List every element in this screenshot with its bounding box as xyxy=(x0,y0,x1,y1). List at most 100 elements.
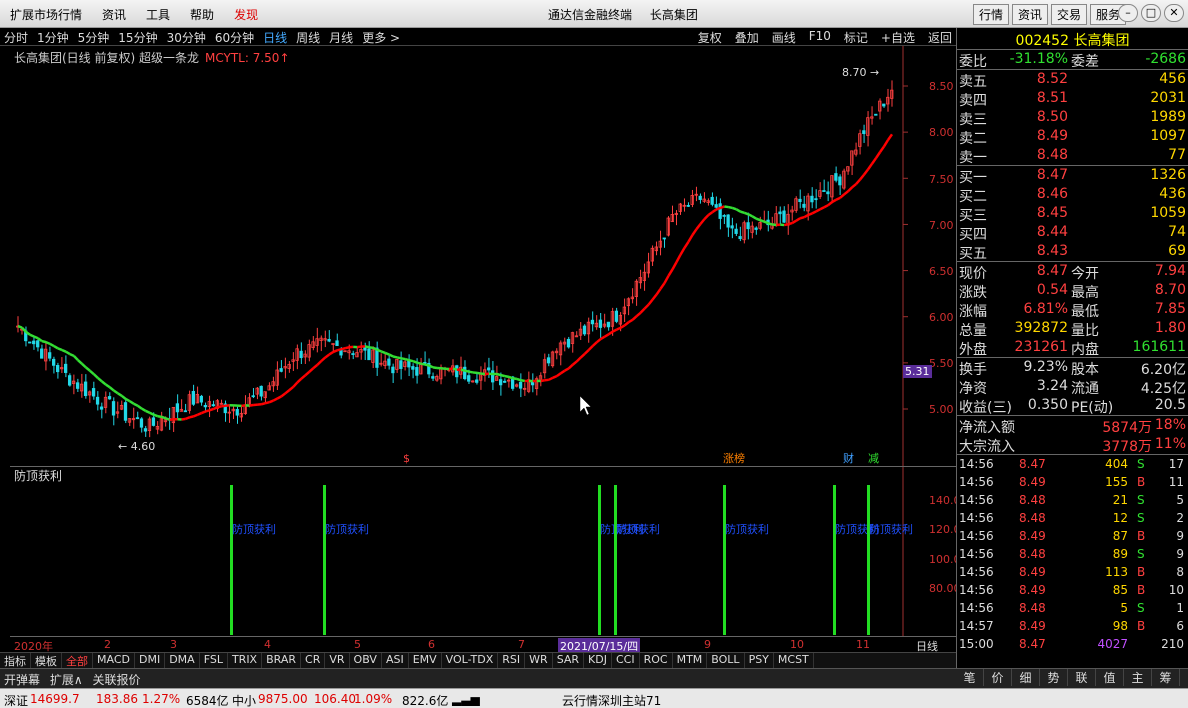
kline-chart[interactable]: 8.70 → ← 4.60 $ 涨榜 财 减 xyxy=(10,46,956,466)
tick-list[interactable]: 14:56 8.47 404 S 17 14:56 8.49 155 B 11 14:56 8.48 2… xyxy=(957,454,1188,653)
close-icon[interactable]: ✕ xyxy=(1164,4,1184,22)
info-button[interactable]: 资讯 xyxy=(1011,4,1048,25)
period-tab[interactable]: 1分钟 xyxy=(37,29,69,46)
quote-panel-tab[interactable]: 势 xyxy=(1040,669,1068,686)
ma-line-segment xyxy=(799,215,805,220)
ma-line-segment xyxy=(500,373,506,378)
adjust-button[interactable]: 复权 xyxy=(698,29,722,46)
trade-button[interactable]: 交易 xyxy=(1050,4,1087,25)
quote-panel-tab[interactable]: 筹 xyxy=(1152,669,1180,686)
menu-tools[interactable]: 工具 xyxy=(136,6,180,23)
tick-time: 14:56 xyxy=(959,511,994,525)
period-tab[interactable]: 15分钟 xyxy=(118,29,157,46)
date-axis: 2020年 2 3 4 5 6 7 2021/07/15/四 9 10 11 日… xyxy=(10,636,956,654)
quote-panel-tab[interactable]: 细 xyxy=(1012,669,1040,686)
book-price: 8.46 xyxy=(1036,186,1068,202)
index2-amount: 822.6亿 xyxy=(402,694,449,708)
ma-line-segment xyxy=(587,345,594,351)
ma-line-segment xyxy=(97,376,103,383)
related-quote-button[interactable]: 关联报价 xyxy=(92,673,140,687)
overlay-button[interactable]: 叠加 xyxy=(735,29,759,46)
indicator-tab[interactable]: DMI xyxy=(135,653,166,668)
quote-panel-tab[interactable]: 价 xyxy=(984,669,1012,686)
tick-count: 11 xyxy=(1168,475,1184,489)
index2-pct: 1.09% xyxy=(354,692,393,706)
book-volume: 436 xyxy=(1159,186,1186,202)
quote-panel-tab[interactable]: 笔 xyxy=(956,669,984,686)
indicator-tab[interactable]: DMA xyxy=(165,653,200,668)
indicator-tab[interactable]: BRAR xyxy=(262,653,302,668)
indicator-tab[interactable]: WR xyxy=(525,653,553,668)
ma-line-segment xyxy=(420,362,426,366)
indicator-tab[interactable]: VR xyxy=(325,653,350,668)
ma-line-segment xyxy=(859,173,866,181)
indicator-tab[interactable]: MACD xyxy=(93,653,135,668)
book-volume: 456 xyxy=(1159,71,1186,87)
ma-line-segment xyxy=(627,318,634,324)
draw-button[interactable]: 画线 xyxy=(772,29,796,46)
ma-line-segment xyxy=(719,205,725,210)
minimize-icon[interactable]: – xyxy=(1118,4,1138,22)
indicator-tab[interactable]: SAR xyxy=(553,653,585,668)
period-tab[interactable]: 周线 xyxy=(296,29,320,46)
book-label: 卖三 xyxy=(959,112,987,128)
indicator-tab[interactable]: KDJ xyxy=(584,653,612,668)
quote-panel-tab[interactable]: 主 xyxy=(1124,669,1152,686)
indicator-tab[interactable]: VOL-TDX xyxy=(442,653,499,668)
indicator-tab[interactable]: MTM xyxy=(673,653,708,668)
indicator-tab[interactable]: FSL xyxy=(200,653,228,668)
period-tab[interactable]: 分时 xyxy=(4,29,28,46)
title-bar: 扩展市场行情 资讯 工具 帮助 发现 通达信金融终端 长高集团 行情 资讯 交易… xyxy=(0,0,1188,28)
tick-count: 9 xyxy=(1176,547,1184,561)
indicator-tab[interactable]: 模板 xyxy=(31,653,62,668)
tick-row: 14:56 8.49 87 B 9 xyxy=(957,527,1188,545)
maximize-icon[interactable]: □ xyxy=(1141,4,1161,22)
indicator-panel[interactable]: 防顶获利 防顶获利 防顶获利 防顶获利 防顶获利 防顶获利 防顶获利 xyxy=(10,466,956,637)
indicator-tab[interactable]: OBV xyxy=(350,653,382,668)
indicator-tab[interactable]: TRIX xyxy=(228,653,263,668)
menu-extended-market[interactable]: 扩展市场行情 xyxy=(0,6,92,23)
expand-button[interactable]: 扩展∧ xyxy=(50,673,83,687)
ma-line-segment xyxy=(591,341,598,347)
period-tab-daily[interactable]: 日线 xyxy=(263,29,287,46)
indicator-tab[interactable]: 全部 xyxy=(62,653,93,668)
indicator-tab[interactable]: CR xyxy=(301,653,326,668)
add-watchlist-button[interactable]: +自选 xyxy=(881,29,915,46)
quote-button[interactable]: 行情 xyxy=(972,4,1009,25)
f10-button[interactable]: F10 xyxy=(809,29,831,46)
tick-side: S xyxy=(1137,547,1145,561)
event-mark: 财 xyxy=(843,451,854,465)
period-tab[interactable]: 5分钟 xyxy=(78,29,110,46)
mark-button[interactable]: 标记 xyxy=(844,29,868,46)
tick-side: B xyxy=(1137,583,1146,597)
period-tab[interactable]: 月线 xyxy=(329,29,353,46)
quote-panel-tab[interactable]: 联 xyxy=(1068,669,1096,686)
quote-panel-tab[interactable]: 值 xyxy=(1096,669,1124,686)
tick-price: 8.49 xyxy=(1019,475,1046,489)
indicator-tab[interactable]: ASI xyxy=(382,653,409,668)
period-tab[interactable]: 30分钟 xyxy=(167,29,206,46)
period-tab[interactable]: 60分钟 xyxy=(215,29,254,46)
ma-line-segment xyxy=(41,339,47,344)
ma-line-segment xyxy=(767,222,773,226)
price-tick: 5.00 xyxy=(929,403,954,416)
indicator-tab[interactable]: BOLL xyxy=(707,653,745,668)
indicator-tab[interactable]: PSY xyxy=(745,653,774,668)
ma-line-segment xyxy=(707,211,714,217)
indicator-tab[interactable]: EMV xyxy=(409,653,442,668)
menu-help[interactable]: 帮助 xyxy=(180,6,224,23)
back-button[interactable]: 返回 xyxy=(928,29,952,46)
ma-line-segment xyxy=(153,413,159,418)
tick-volume: 5 xyxy=(1120,601,1128,615)
indicator-tab[interactable]: 指标 xyxy=(0,653,31,668)
indicator-tab[interactable]: CCI xyxy=(612,653,640,668)
ma-line-segment xyxy=(217,405,222,409)
menu-news[interactable]: 资讯 xyxy=(92,6,136,23)
indicator-tab[interactable]: ROC xyxy=(640,653,673,668)
period-tab-more[interactable]: 更多 > xyxy=(362,29,400,46)
danmaku-button[interactable]: 开弹幕 xyxy=(4,673,40,687)
menu-discover[interactable]: 发现 xyxy=(224,6,268,23)
quote-value: 161611 xyxy=(1132,339,1186,355)
indicator-tab[interactable]: RSI xyxy=(498,653,526,668)
indicator-tab[interactable]: MCST xyxy=(774,653,814,668)
